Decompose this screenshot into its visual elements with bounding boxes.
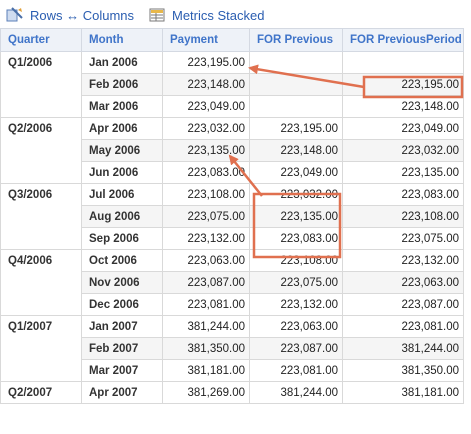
payment-cell: 381,350.00 (162, 337, 250, 360)
swap-rows-columns-icon (6, 7, 24, 23)
quarter-cell: Q1/2007 (0, 315, 82, 382)
month-cell: Feb 2006 (81, 73, 163, 96)
table-row: Q4/2006 Oct 2006 223,063.00 223,108.00 223,1… (0, 249, 464, 316)
month-cell: Nov 2006 (81, 271, 163, 294)
column-header-payment[interactable]: Payment (162, 28, 250, 52)
for-previous-cell (249, 51, 343, 74)
month-cell: Jan 2007 (81, 315, 163, 338)
for-previous-cell: 223,075.00 (249, 271, 343, 294)
column-header-for-previous-period[interactable]: FOR PreviousPeriod (342, 28, 464, 52)
payment-cell: 223,135.00 (162, 139, 250, 162)
for-previous-period-cell: 223,075.00 (342, 227, 464, 250)
payment-cell: 381,269.00 (162, 381, 250, 404)
for-previous-period-cell: 223,063.00 (342, 271, 464, 294)
metrics-stacked-button[interactable]: Metrics Stacked (148, 7, 264, 23)
for-previous-cell: 223,083.00 (249, 227, 343, 250)
for-previous-period-cell: 223,032.00 (342, 139, 464, 162)
payment-cell: 223,087.00 (162, 271, 250, 294)
payment-cell: 223,195.00 (162, 51, 250, 74)
header-row: Quarter Month Payment FOR Previous FOR P… (0, 28, 464, 52)
for-previous-cell: 223,195.00 (249, 117, 343, 140)
for-previous-cell: 223,087.00 (249, 337, 343, 360)
month-cell: Sep 2006 (81, 227, 163, 250)
table-body: Q1/2006 Jan 2006 223,195.00 Feb 2006 223,148… (0, 51, 464, 404)
for-previous-period-cell: 223,132.00 (342, 249, 464, 272)
metrics-stacked-label: Metrics Stacked (172, 7, 265, 23)
quarter-cell: Q2/2007 (0, 381, 82, 404)
toolbar: Rows ↔ Columns Metrics Stacked (0, 0, 471, 28)
for-previous-cell: 223,132.00 (249, 293, 343, 316)
month-cell: Apr 2007 (81, 381, 163, 404)
for-previous-cell: 223,063.00 (249, 315, 343, 338)
quarter-cell: Q4/2006 (0, 249, 82, 316)
month-cell: Aug 2006 (81, 205, 163, 228)
month-cell: Jul 2006 (81, 183, 163, 206)
column-header-for-previous[interactable]: FOR Previous (249, 28, 343, 52)
rows-columns-button[interactable]: Rows ↔ Columns (6, 7, 134, 23)
rows-columns-label: Rows ↔ Columns (30, 7, 135, 23)
table-row: Q1/2006 Jan 2006 223,195.00 (0, 51, 464, 118)
payment-cell: 223,081.00 (162, 293, 250, 316)
for-previous-period-cell: 381,244.00 (342, 337, 464, 360)
table-row: Q1/2007 Jan 2007 381,244.00 223,063.00 223,0… (0, 315, 464, 382)
for-previous-period-cell (342, 51, 464, 74)
table-row: Q2/2007 Apr 2007 381,269.00 381,244.00 381,1… (0, 381, 464, 404)
month-cell: May 2006 (81, 139, 163, 162)
for-previous-cell: 223,049.00 (249, 161, 343, 184)
for-previous-cell (249, 95, 343, 118)
month-cell: Mar 2007 (81, 359, 163, 382)
month-cell: Mar 2006 (81, 95, 163, 118)
month-cell: Jan 2006 (81, 51, 163, 74)
for-previous-cell: 381,244.00 (249, 381, 343, 404)
quarter-cell: Q1/2006 (0, 51, 82, 118)
for-previous-cell: 223,148.00 (249, 139, 343, 162)
for-previous-cell: 223,032.00 (249, 183, 343, 206)
month-cell: Dec 2006 (81, 293, 163, 316)
month-cell: Apr 2006 (81, 117, 163, 140)
for-previous-period-cell: 381,181.00 (342, 381, 464, 404)
column-header-month[interactable]: Month (81, 28, 163, 52)
quarter-cell: Q3/2006 (0, 183, 82, 250)
payment-cell: 381,244.00 (162, 315, 250, 338)
payment-cell: 223,132.00 (162, 227, 250, 250)
payment-cell: 223,063.00 (162, 249, 250, 272)
for-previous-period-cell: 223,135.00 (342, 161, 464, 184)
for-previous-cell: 223,081.00 (249, 359, 343, 382)
column-header-quarter[interactable]: Quarter (0, 28, 82, 52)
payment-cell: 223,075.00 (162, 205, 250, 228)
table-row: Q2/2006 Apr 2006 223,032.00 223,195.00 223,0… (0, 117, 464, 184)
for-previous-cell: 223,135.00 (249, 205, 343, 228)
for-previous-period-cell: 223,195.00 (342, 73, 464, 96)
for-previous-period-cell: 223,081.00 (342, 315, 464, 338)
for-previous-cell: 223,108.00 (249, 249, 343, 272)
payment-cell: 223,108.00 (162, 183, 250, 206)
month-cell: Oct 2006 (81, 249, 163, 272)
month-cell: Feb 2007 (81, 337, 163, 360)
payment-cell: 223,049.00 (162, 95, 250, 118)
payment-cell: 223,032.00 (162, 117, 250, 140)
table-row: Q3/2006 Jul 2006 223,108.00 223,032.00 223,0… (0, 183, 464, 250)
for-previous-period-cell: 223,083.00 (342, 183, 464, 206)
for-previous-period-cell: 381,350.00 (342, 359, 464, 382)
for-previous-period-cell: 223,108.00 (342, 205, 464, 228)
for-previous-cell (249, 73, 343, 96)
for-previous-period-cell: 223,049.00 (342, 117, 464, 140)
for-previous-period-cell: 223,087.00 (342, 293, 464, 316)
month-cell: Jun 2006 (81, 161, 163, 184)
metrics-stacked-icon (148, 7, 166, 23)
for-previous-period-cell: 223,148.00 (342, 95, 464, 118)
payment-cell: 381,181.00 (162, 359, 250, 382)
payment-cell: 223,148.00 (162, 73, 250, 96)
payment-cell: 223,083.00 (162, 161, 250, 184)
pivot-table: Quarter Month Payment FOR Previous FOR P… (0, 28, 464, 404)
quarter-cell: Q2/2006 (0, 117, 82, 184)
